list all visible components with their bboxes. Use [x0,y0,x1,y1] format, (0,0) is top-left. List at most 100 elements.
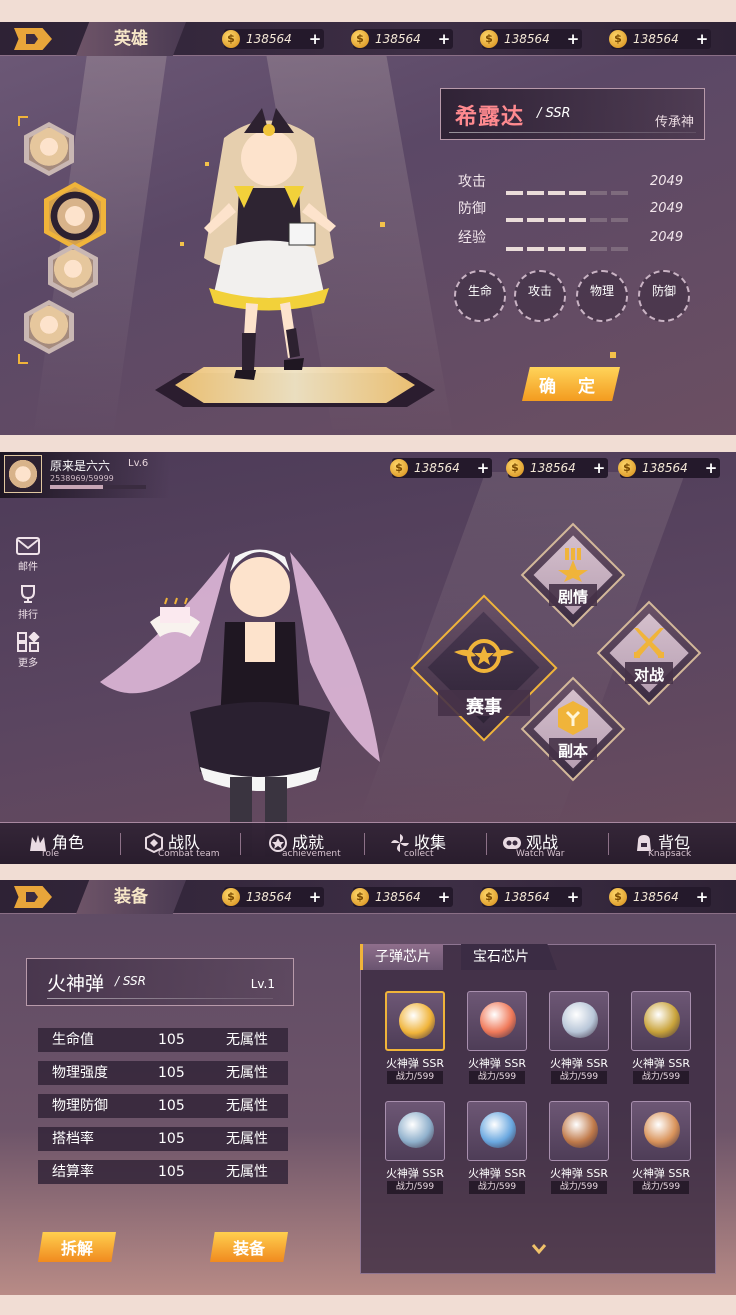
stat-level-bar [506,180,634,195]
stat-attack: 攻击 2049 [458,172,698,195]
nav-watch-war[interactable]: 观战 Watch War [484,827,594,861]
equipment-level: Lv.1 [250,977,275,991]
star-wings-badge-icon [454,639,514,673]
coin-icon: $ [609,888,627,906]
confirm-button[interactable]: 确 定 [522,367,620,401]
nav-achievement[interactable]: 成就 achievement [250,827,360,861]
nav-divider [240,833,241,855]
nav-collect[interactable]: 收集 collect [372,827,482,861]
attribute-row: 搭档率 105 无属性 [38,1127,288,1151]
blue-key-icon [480,1112,516,1148]
player-name: 原来是六六 [50,459,111,473]
coin-icon: $ [506,459,524,477]
coin-icon: $ [222,888,240,906]
add-currency-button[interactable]: + [476,461,490,476]
mode-tournament-button[interactable]: 赛事 [410,594,558,742]
attribute-row: 物理防御 105 无属性 [38,1094,288,1118]
flame-card-icon [480,1002,516,1038]
stat-experience: 经验 2049 [458,228,698,251]
more-button[interactable]: 更多 [12,632,44,669]
add-currency-button[interactable]: + [308,32,322,47]
add-currency-button[interactable]: + [695,890,709,905]
mode-battle-button[interactable]: 对战 [596,600,702,706]
add-currency-button[interactable]: + [308,890,322,905]
currency-display: $ 138564 + [609,29,711,49]
currency-display: $ 138564 + [618,458,720,478]
physical-filter-button[interactable]: 物理 [576,270,628,322]
coin-icon: $ [618,459,636,477]
chip-item[interactable]: 火神弹 SSR 战力/599 [463,991,531,1091]
nav-knapsack[interactable]: 背包 Knapsack [616,827,726,861]
add-currency-button[interactable]: + [592,461,606,476]
crossed-swords-icon [634,628,664,658]
hero-screen: 英雄 $ 138564 + $ 138564 + $ 138564 + $ 13… [0,22,736,435]
ranking-button[interactable]: 排行 [12,584,44,621]
currency-display: $ 138564 + [351,887,453,907]
chip-item[interactable]: 火神弹 SSR 战力/599 [627,1101,695,1201]
stat-level-bar [506,207,634,222]
mail-icon [16,537,40,555]
maid-character-illustration [100,549,380,857]
chip-item[interactable]: 火神弹 SSR 战力/599 [627,991,695,1091]
mail-button[interactable]: 邮件 [12,536,44,573]
hero-name: 希露达 [455,105,525,130]
treasure-chest-icon [398,1112,434,1148]
coin-icon: $ [351,30,369,48]
tab-bullet-chips[interactable]: 子弹芯片 [360,944,443,970]
player-profile[interactable]: 原来是六六 Lv.6 2538969/59999 [0,452,170,498]
nav-divider [608,833,609,855]
medal-star-icon [558,548,588,582]
back-logo-icon[interactable] [14,886,52,908]
tab-gem-chips[interactable]: 宝石芯片 [461,944,557,970]
mode-dungeon-button[interactable]: 副本 [520,676,626,782]
add-currency-button[interactable]: + [695,32,709,47]
nav-combat-team[interactable]: 战队 Combat team [126,827,236,861]
attribute-row: 生命值 105 无属性 [38,1028,288,1052]
chip-item[interactable]: 火神弹 SSR 战力/599 [545,991,613,1091]
nav-role[interactable]: 角色 role [10,827,120,861]
coin-icon: $ [351,888,369,906]
coin-icon: $ [480,888,498,906]
chip-item[interactable]: 火神弹 SSR 战力/599 [463,1101,531,1201]
equipment-name-box: 火神弹 / SSR Lv.1 [26,958,294,1006]
add-currency-button[interactable]: + [566,890,580,905]
currency-display: $ 138564 + [222,887,324,907]
currency-display: $ 138564 + [480,887,582,907]
hexagon-icon [558,701,588,735]
golden-swirl-icon [399,1003,435,1039]
add-currency-button[interactable]: + [704,461,718,476]
page-title: 装备 [76,880,186,914]
hero-name-box: 希露达 / SSR 传承神 [440,88,705,140]
hp-filter-button[interactable]: 生命 [454,270,506,322]
disassemble-button[interactable]: 拆解 [38,1232,116,1262]
scroll-down-icon[interactable] [18,354,28,364]
attribute-row: 结算率 105 无属性 [38,1160,288,1184]
back-logo-icon[interactable] [14,28,52,50]
chip-item[interactable]: 火神弹 SSR 战力/599 [381,1101,449,1201]
main-screen: 原来是六六 Lv.6 2538969/59999 $ 138564 + $ 13… [0,452,736,864]
page-title: 英雄 [76,22,186,56]
hero-portrait[interactable] [24,122,74,176]
player-level: Lv.6 [128,458,149,469]
equipment-screen: 装备 $ 138564 + $ 138564 + $ 138564 + $ 13… [0,880,736,1295]
chip-item[interactable]: 火神弹 SSR 战力/599 [545,1101,613,1201]
add-currency-button[interactable]: + [437,890,451,905]
attribute-row: 物理强度 105 无属性 [38,1061,288,1085]
nav-divider [120,833,121,855]
avatar[interactable] [4,455,42,493]
chip-item[interactable]: 火神弹 SSR 战力/599 [381,991,449,1091]
player-exp: 2538969/59999 [50,474,114,483]
add-currency-button[interactable]: + [566,32,580,47]
attack-filter-button[interactable]: 攻击 [514,270,566,322]
add-currency-button[interactable]: + [437,32,451,47]
silver-orb-icon [562,1002,598,1038]
spotlight [33,56,167,435]
equip-button[interactable]: 装备 [210,1232,288,1262]
defense-filter-button[interactable]: 防御 [638,270,690,322]
chevron-down-icon[interactable] [531,1243,547,1255]
sparkle [610,352,616,358]
chip-inventory-panel: 子弹芯片 宝石芯片 火神弹 SSR 战力/599 火神弹 SSR 战力/599 火神… [360,944,716,1274]
equipment-name: 火神弹 [47,973,105,995]
mode-story-button[interactable]: 剧情 [520,522,626,628]
scroll-up-icon[interactable] [18,116,28,126]
